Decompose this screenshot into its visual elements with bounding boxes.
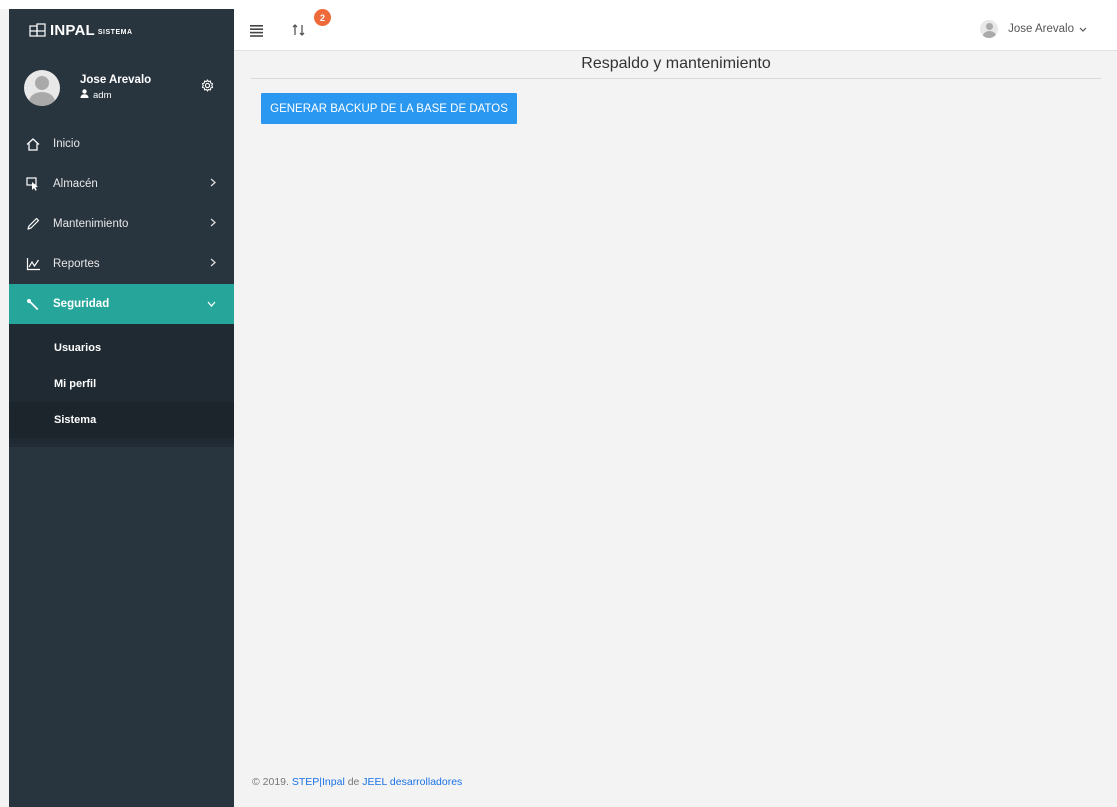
top-strip [0, 0, 1117, 9]
main-content: Respaldo y mantenimiento GENERAR BACKUP … [234, 51, 1117, 807]
chevron-right-icon [210, 218, 216, 230]
home-icon [25, 136, 41, 152]
submenu-item-usuarios[interactable]: Usuarios [9, 330, 234, 366]
wrench-icon [25, 296, 41, 312]
sidebar-menu: Inicio Almacén Mantenimiento Reportes Se… [9, 124, 234, 324]
sidebar-item-label: Inicio [53, 138, 80, 150]
top-navbar: 2 Jose Arevalo [234, 9, 1117, 51]
grid-logo-icon [29, 23, 47, 37]
brand-name: INPAL [50, 21, 95, 39]
gear-icon[interactable] [201, 79, 214, 97]
footer-link-jeel[interactable]: JEEL desarrolladores [362, 776, 462, 788]
sidebar-item-almacen[interactable]: Almacén [9, 164, 234, 204]
sidebar-item-label: Reportes [53, 258, 100, 270]
chevron-down-icon [207, 298, 216, 310]
cursor-icon [25, 176, 41, 192]
footer-link-step-inpal[interactable]: STEP|Inpal [292, 776, 345, 788]
menu-toggle-icon[interactable] [250, 24, 264, 42]
chevron-right-icon [210, 178, 216, 190]
generate-backup-button[interactable]: GENERAR BACKUP DE LA BASE DE DATOS [261, 93, 517, 124]
user-menu[interactable]: Jose Arevalo [980, 20, 1087, 38]
pencil-icon [25, 216, 41, 232]
chart-icon [25, 256, 41, 272]
footer-text-de: de [344, 776, 363, 788]
brand-subtitle: SISTEMA [97, 28, 133, 36]
notification-badge[interactable]: 2 [314, 9, 331, 26]
sidebar-item-label: Seguridad [53, 298, 110, 310]
profile-name: Jose Arevalo [80, 74, 152, 86]
avatar [24, 69, 60, 106]
profile-role-label: adm [93, 89, 112, 101]
submenu-item-sistema[interactable]: Sistema [9, 402, 234, 438]
chevron-right-icon [210, 258, 216, 270]
page-title: Respaldo y mantenimiento [251, 51, 1101, 79]
sidebar-item-label: Mantenimiento [53, 218, 129, 230]
sidebar-item-reportes[interactable]: Reportes [9, 244, 234, 284]
user-avatar [980, 20, 999, 38]
footer: © 2019. STEP|Inpal de JEEL desarrollador… [252, 776, 462, 788]
sidebar-divider [9, 444, 234, 447]
profile-role: adm [80, 89, 151, 101]
user-icon [80, 89, 89, 101]
profile-panel: Jose Arevalo adm [9, 51, 234, 124]
footer-copyright: © 2019. [252, 776, 292, 788]
seguridad-submenu: Usuarios Mi perfil Sistema [9, 324, 234, 444]
sync-icon[interactable] [292, 22, 306, 43]
submenu-item-mi-perfil[interactable]: Mi perfil [9, 366, 234, 402]
sidebar-item-label: Almacén [53, 178, 98, 190]
sidebar-item-mantenimiento[interactable]: Mantenimiento [9, 204, 234, 244]
sidebar: INPAL SISTEMA Jose Arevalo adm Inicio Al… [9, 9, 234, 807]
sidebar-item-seguridad[interactable]: Seguridad [9, 284, 234, 324]
chevron-down-icon [1079, 23, 1087, 35]
brand-logo[interactable]: INPAL SISTEMA [9, 9, 234, 51]
user-menu-name: Jose Arevalo [1008, 23, 1074, 35]
sidebar-item-inicio[interactable]: Inicio [9, 124, 234, 164]
